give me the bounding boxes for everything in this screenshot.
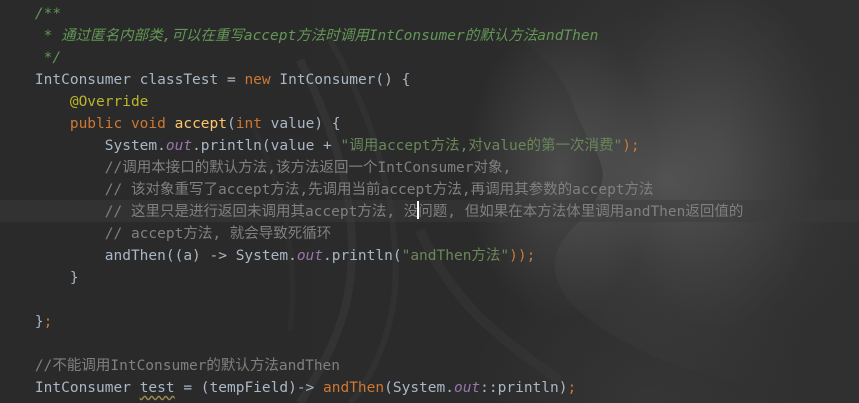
code-line[interactable]: // accept方法, 就会导致死循环 <box>0 223 859 245</box>
code-line[interactable]: // 这里只是进行返回未调用其accept方法, 没问题, 但如果在本方法体里调… <box>0 201 859 223</box>
code-token: test <box>139 380 175 396</box>
code-token: andThen((a) -> System. <box>0 248 297 264</box>
code-token: } <box>0 270 79 286</box>
code-line[interactable]: IntConsumer classTest = new IntConsumer(… <box>0 69 859 91</box>
code-token: .println(value + <box>192 138 341 154</box>
code-token: new <box>244 72 271 88</box>
code-token: out <box>453 380 481 396</box>
code-token: System. <box>0 138 166 154</box>
code-token: )); <box>509 248 536 264</box>
code-line[interactable]: //调用本接口的默认方法,该方法返回一个IntConsumer对象, <box>0 157 859 179</box>
code-line[interactable]: @Override <box>0 91 859 113</box>
code-line[interactable] <box>0 289 859 311</box>
code-token: 问题, 但如果在本方法体里调用andThen返回值的 <box>418 204 744 220</box>
code-token: */ <box>0 50 62 66</box>
code-token: IntConsumer classTest = <box>0 72 245 88</box>
code-line[interactable]: IntConsumer test = (tempField)-> andThen… <box>0 377 859 399</box>
code-token: public void <box>69 116 175 132</box>
code-token: ::println) <box>480 380 568 396</box>
code-editor[interactable]: /** * 通过匿名内部类,可以在重写accept方法时调用IntConsume… <box>0 0 859 403</box>
code-token: out <box>296 248 324 264</box>
code-token: } <box>0 314 44 330</box>
code-line[interactable]: //不能调用IntConsumer的默认方法andThen <box>0 355 859 377</box>
code-line[interactable]: * 通过匿名内部类,可以在重写accept方法时调用IntConsumer的默认… <box>0 25 859 47</box>
code-line[interactable]: /** <box>0 3 859 25</box>
code-token: IntConsumer() { <box>270 72 411 88</box>
code-text-area[interactable]: /** * 通过匿名内部类,可以在重写accept方法时调用IntConsume… <box>0 3 859 399</box>
code-token: "andThen方法" <box>401 248 510 264</box>
code-token: // 该对象重写了accept方法,先调用当前accept方法,再调用其参数的a… <box>0 182 654 198</box>
code-token: * 通过匿名内部类,可以在重写accept方法时调用IntConsumer的默认… <box>0 28 599 44</box>
code-line[interactable]: andThen((a) -> System.out.println("andTh… <box>0 245 859 267</box>
code-token: //不能调用IntConsumer的默认方法andThen <box>0 358 341 374</box>
code-line[interactable]: System.out.println(value + "调用accept方法,对… <box>0 135 859 157</box>
code-token: (System. <box>384 380 454 396</box>
code-token: //调用本接口的默认方法,该方法返回一个IntConsumer对象, <box>0 160 512 176</box>
code-line[interactable]: } <box>0 267 859 289</box>
code-token: ; <box>43 314 53 330</box>
code-token: accept <box>174 116 227 132</box>
code-line[interactable]: // 该对象重写了accept方法,先调用当前accept方法,再调用其参数的a… <box>0 179 859 201</box>
code-line[interactable]: public void accept(int value) { <box>0 113 859 135</box>
code-token: .println( <box>323 248 402 264</box>
code-token: int <box>235 116 262 132</box>
code-token: ( <box>227 116 236 132</box>
code-token: // 这里只是进行返回未调用其accept方法, 没 <box>0 204 419 220</box>
code-line[interactable]: }; <box>0 311 859 333</box>
code-token: = (tempField)-> <box>174 380 324 396</box>
code-line[interactable] <box>0 333 859 355</box>
code-token: IntConsumer <box>0 380 140 396</box>
code-line[interactable]: */ <box>0 47 859 69</box>
code-token: value) { <box>261 116 341 132</box>
code-token: ; <box>567 380 577 396</box>
code-token: // accept方法, 就会导致死循环 <box>0 226 332 242</box>
code-token: /** <box>0 6 62 22</box>
code-token: ); <box>622 138 640 154</box>
code-token: @Override <box>69 94 149 110</box>
code-token: "调用accept方法,对value的第一次消费" <box>340 138 623 154</box>
code-token: out <box>165 138 193 154</box>
code-token: andThen <box>323 380 385 396</box>
